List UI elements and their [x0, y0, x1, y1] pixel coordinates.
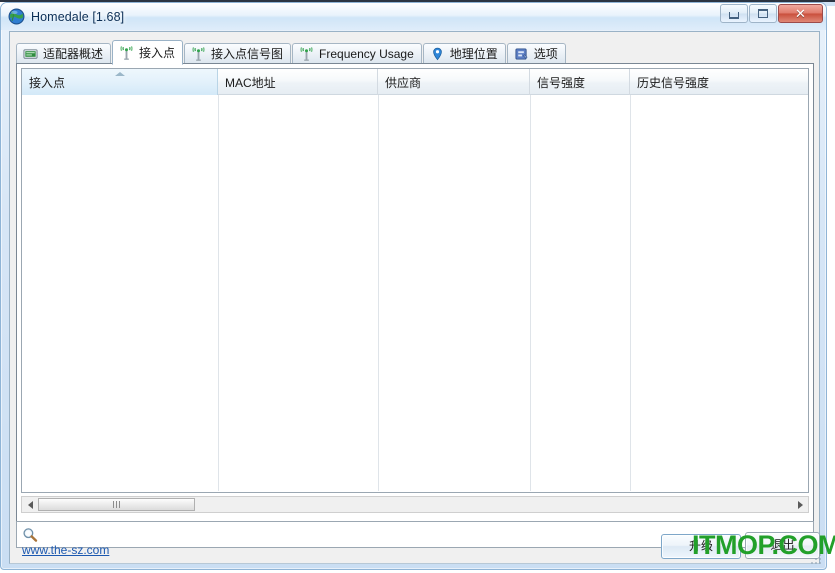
tab-adapter-overview[interactable]: 适配器概述: [16, 43, 112, 64]
options-icon: [515, 48, 528, 60]
column-header-label: 接入点: [29, 75, 66, 90]
network-card-icon: [23, 49, 38, 59]
exit-button-label: 退出: [770, 538, 795, 552]
column-divider: [530, 95, 531, 491]
listview-header: 接入点 MAC地址 供应商 信号强度 历史信号强度: [22, 69, 808, 95]
scrollbar-track[interactable]: [38, 497, 792, 512]
minimize-icon: [729, 12, 739, 19]
column-header-label: MAC地址: [225, 75, 276, 90]
maximize-icon: [758, 9, 768, 18]
column-header-signal-strength[interactable]: 信号强度: [530, 69, 630, 95]
access-points-listview[interactable]: 接入点 MAC地址 供应商 信号强度 历史信号强度: [21, 68, 809, 493]
client-area: 适配器概述 接入点 接入点信号图 Frequency Usage 地理位置 选项…: [9, 31, 820, 564]
tab-label: 适配器概述: [43, 47, 104, 61]
application-window: Homedale [1.68] ✕ 适配器概述 接入点 接入点信号图 Frequ…: [0, 2, 827, 570]
scroll-right-arrow[interactable]: [792, 497, 808, 512]
antenna-green-icon: [192, 47, 205, 61]
sort-ascending-icon: [114, 72, 125, 76]
window-title: Homedale [1.68]: [31, 9, 125, 24]
tab-label: 接入点信号图: [211, 47, 284, 61]
tab-frequency-usage[interactable]: Frequency Usage: [292, 43, 422, 64]
chevron-left-icon: [27, 500, 33, 509]
grip-line: [113, 501, 114, 508]
tab-geolocation[interactable]: 地理位置: [422, 43, 506, 64]
column-divider: [630, 95, 631, 491]
column-divider: [218, 95, 219, 491]
tab-options[interactable]: 选项: [506, 43, 566, 64]
maximize-button[interactable]: [749, 4, 777, 23]
close-button[interactable]: ✕: [778, 4, 823, 23]
tab-access-points[interactable]: 接入点: [112, 40, 184, 65]
tab-label: 地理位置: [449, 47, 498, 61]
upgrade-button-label: 升级: [688, 539, 713, 553]
resize-grip[interactable]: [810, 553, 823, 566]
column-divider: [378, 95, 379, 491]
window-controls: ✕: [720, 4, 823, 23]
tab-label: 接入点: [139, 45, 176, 60]
tab-strip: 适配器概述 接入点 接入点信号图 Frequency Usage 地理位置 选项: [16, 40, 814, 65]
column-header-access-point[interactable]: 接入点: [22, 69, 218, 95]
access-points-panel: 接入点 MAC地址 供应商 信号强度 历史信号强度: [16, 63, 814, 528]
column-header-signal-history[interactable]: 历史信号强度: [630, 69, 808, 95]
minimize-button[interactable]: [720, 4, 748, 23]
upgrade-button[interactable]: 升级: [661, 534, 741, 559]
chevron-right-icon: [797, 500, 803, 509]
grip-line: [119, 501, 120, 508]
close-icon: ✕: [795, 6, 806, 21]
antenna-green-icon: [300, 47, 313, 61]
tab-label: 选项: [533, 47, 558, 61]
horizontal-scrollbar[interactable]: [21, 496, 809, 513]
tab-label: Frequency Usage: [319, 47, 414, 61]
exit-button[interactable]: 退出: [745, 532, 820, 559]
column-header-label: 历史信号强度: [637, 75, 710, 90]
map-pin-icon: [432, 47, 442, 61]
grip-line: [116, 501, 117, 508]
antenna-green-icon: [120, 45, 133, 60]
title-bar[interactable]: Homedale [1.68] ✕: [1, 3, 826, 30]
scroll-left-arrow[interactable]: [22, 497, 38, 512]
tab-ap-signal-graph[interactable]: 接入点信号图: [184, 43, 292, 64]
column-header-vendor[interactable]: 供应商: [378, 69, 530, 95]
globe-icon: [8, 8, 25, 25]
column-header-mac-address[interactable]: MAC地址: [218, 69, 378, 95]
column-header-label: 信号强度: [537, 75, 586, 90]
listview-body[interactable]: [22, 95, 808, 491]
website-link[interactable]: www.the-sz.com: [22, 543, 109, 557]
column-header-label: 供应商: [385, 75, 422, 90]
scroll-thumb[interactable]: [38, 498, 195, 511]
